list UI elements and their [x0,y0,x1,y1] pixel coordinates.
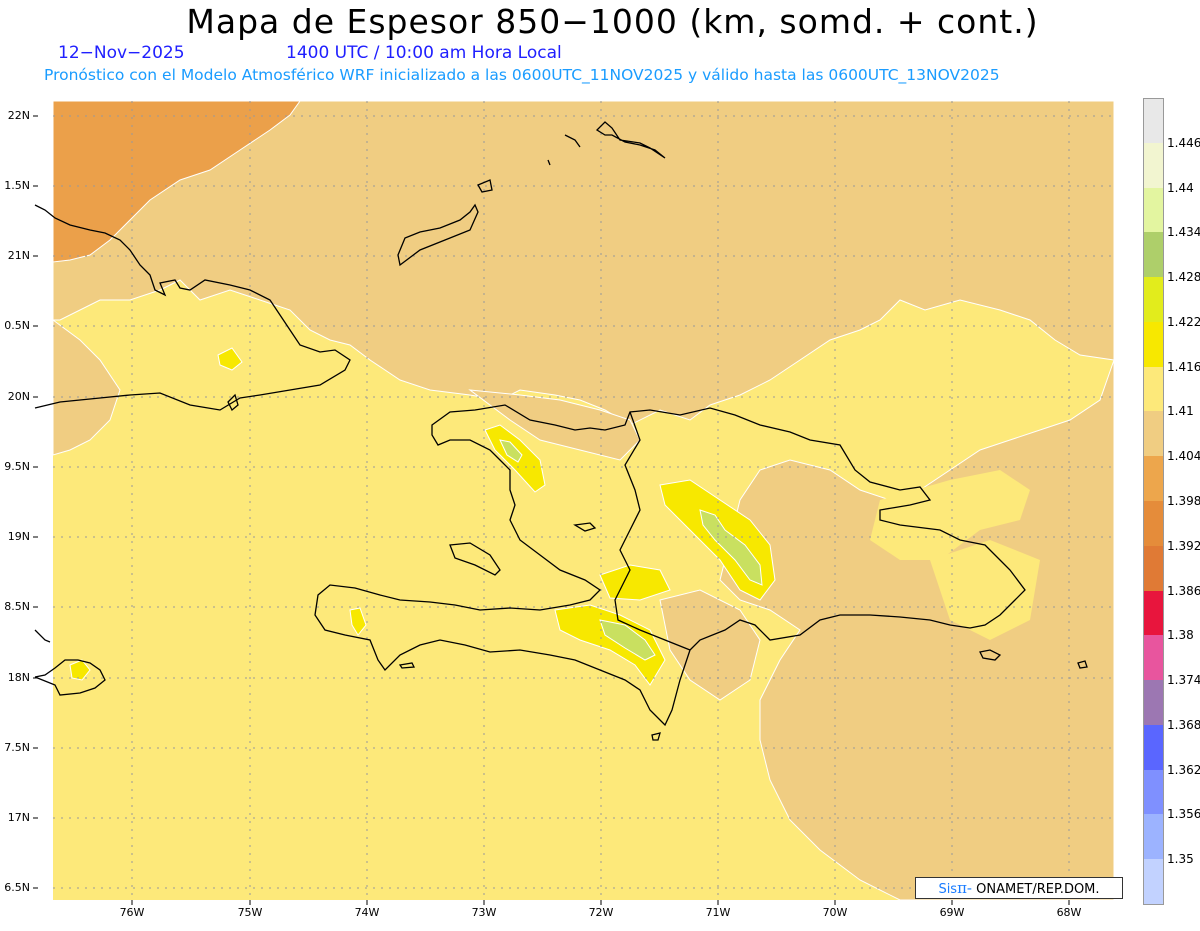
latitude-label: 19N [7,530,30,543]
thickness-map [33,100,1115,905]
colorbar-segment [1143,501,1163,547]
credit-org: ONAMET/REP.DOM. [972,882,1100,897]
colorbar-label: 1.404 [1167,449,1200,464]
longitude-label: 68W [1056,906,1082,919]
colorbar-label: 1.422 [1167,314,1200,329]
colorbar-label: 1.386 [1167,583,1200,598]
longitude-label: 70W [822,906,848,919]
colorbar-segment [1143,545,1163,592]
latitude-label: 21N [7,249,30,262]
colorbar-label: 1.356 [1167,807,1200,822]
colorbar-label: 1.374 [1167,673,1200,688]
colorbar-label: 1.362 [1167,762,1200,777]
colorbar-label: 1.35 [1167,852,1194,867]
colorbar-segment [1143,366,1163,412]
latitude-label: 17N [7,811,30,824]
colorbar-label: 1.44 [1167,180,1194,195]
credit-pi-symbol: π‐ [957,879,973,897]
colorbar-label: 1.38 [1167,628,1194,643]
colorbar-segment [1143,98,1163,144]
longitude-label: 69W [939,906,965,919]
colorbar-label: 1.428 [1167,270,1200,285]
colorbar-segment [1143,590,1163,636]
latitude-label: 0.5N [4,319,30,332]
colorbar-segment [1143,724,1163,771]
latitude-label: 6.5N [4,881,30,894]
latitude-label: 8.5N [4,600,30,613]
longitude-label: 71W [705,906,731,919]
colorbar [1143,98,1163,905]
latitude-label: 9.5N [4,460,30,473]
colorbar-label: 1.434 [1167,225,1200,240]
longitude-label: 76W [119,906,145,919]
latitude-label: 7.5N [4,741,30,754]
latitude-label: 20N [7,390,30,403]
colorbar-label: 1.41 [1167,404,1194,419]
latitude-label: 1.5N [4,179,30,192]
colorbar-segment [1143,635,1163,681]
colorbar-label: 1.416 [1167,359,1200,374]
latitude-label: 22N [7,109,30,122]
colorbar-label: 1.398 [1167,494,1200,508]
colorbar-segment [1143,187,1163,233]
longitude-label: 75W [237,906,263,919]
colorbar-label: 1.392 [1167,538,1200,553]
credit-box: Sisπ‐ ONAMET/REP.DOM. [915,877,1123,899]
map-panel [0,0,1200,927]
latitude-label: 18N [7,671,30,684]
colorbar-segment [1143,277,1163,323]
colorbar-segment [1143,859,1163,905]
colorbar-label: 1.446 [1167,135,1200,150]
colorbar-segment [1143,456,1163,502]
colorbar-segment [1143,769,1163,815]
colorbar-segment [1143,142,1163,189]
longitude-label: 72W [588,906,614,919]
colorbar-segment [1143,232,1163,278]
colorbar-label: 1.368 [1167,717,1200,732]
colorbar-segment [1143,411,1163,457]
cuba-east-tip [34,629,51,643]
credit-brand: Sis [938,882,958,897]
colorbar-segment [1143,814,1163,860]
longitude-label: 74W [354,906,380,919]
colorbar-segment [1143,321,1163,368]
longitude-label: 73W [471,906,497,919]
colorbar-segment [1143,680,1163,726]
